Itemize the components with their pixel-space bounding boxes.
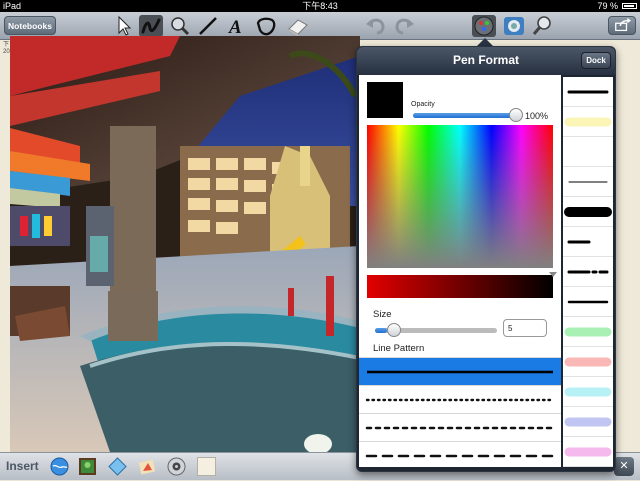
line-preset-short-black[interactable]: [563, 227, 613, 257]
opacity-label: Opacity: [411, 101, 435, 108]
stamp-icon[interactable]: [138, 457, 157, 476]
audio-icon[interactable]: [167, 457, 186, 476]
selected-color-swatch: [367, 82, 403, 118]
pen-format-icon[interactable]: [472, 15, 496, 37]
line-preset-blank[interactable]: [563, 137, 613, 167]
line-preset-extra-thick-black[interactable]: [563, 197, 613, 227]
line-preset-cyan-highlight[interactable]: [563, 377, 613, 407]
size-slider-fill: [375, 328, 388, 333]
brightness-strip[interactable]: [367, 275, 553, 298]
line-pattern-long-dashed[interactable]: [359, 441, 561, 469]
inserted-photo[interactable]: [10, 36, 360, 452]
line-preset-list: [563, 77, 613, 467]
select-tool-icon[interactable]: [112, 15, 136, 37]
eraser-tool-icon[interactable]: [286, 15, 310, 37]
shape-icon[interactable]: [108, 457, 127, 476]
pen-tool-icon[interactable]: [139, 15, 163, 37]
size-label: Size: [373, 309, 392, 320]
size-slider[interactable]: [375, 323, 497, 337]
blank-page-icon[interactable]: [197, 457, 216, 476]
line-preset-red-highlight[interactable]: [563, 347, 613, 377]
magnifier-icon[interactable]: [530, 15, 554, 37]
popover-header: Pen Format Dock: [357, 47, 615, 75]
battery-percent: 79 %: [597, 1, 618, 11]
status-bar: iPad 下午8:43 79 %: [0, 0, 640, 12]
redo-icon[interactable]: [392, 15, 416, 37]
popover-title: Pen Format: [452, 53, 519, 67]
text-tool-icon[interactable]: A: [224, 15, 248, 38]
line-tool-icon[interactable]: [196, 15, 220, 37]
line-pattern-label: Line Pattern: [373, 343, 425, 354]
line-preset-yellow-highlight[interactable]: [563, 107, 613, 137]
highlighter-tool-icon[interactable]: [168, 15, 192, 37]
line-preset-thick-black[interactable]: [563, 77, 613, 107]
page-margin-text: 下 20: [3, 42, 10, 55]
color-spectrum-picker[interactable]: [367, 125, 553, 268]
line-preset-pink-highlight[interactable]: [563, 437, 613, 467]
size-slider-knob[interactable]: [387, 323, 402, 337]
opacity-slider[interactable]: [413, 108, 523, 122]
opacity-slider-fill: [413, 113, 517, 118]
line-preset-thin-black[interactable]: [563, 167, 613, 197]
line-preset-green-highlight[interactable]: [563, 317, 613, 347]
undo-icon[interactable]: [364, 15, 388, 37]
size-input[interactable]: [503, 319, 547, 337]
notebooks-button[interactable]: Notebooks: [4, 16, 56, 35]
close-button[interactable]: ✕: [614, 457, 634, 476]
dock-button[interactable]: Dock: [581, 52, 611, 69]
svg-text:A: A: [228, 17, 242, 37]
picture-icon[interactable]: [78, 457, 97, 476]
highlighter-format-icon[interactable]: [502, 15, 526, 37]
opacity-value: 100%: [525, 111, 549, 121]
shape-tool-icon[interactable]: [254, 15, 278, 37]
battery-icon: [622, 3, 637, 9]
line-preset-blue-highlight[interactable]: [563, 407, 613, 437]
pen-format-popover: Pen Format Dock Opacity 100% Size Line P…: [356, 46, 616, 472]
brightness-marker[interactable]: [549, 272, 557, 277]
share-button[interactable]: [608, 16, 636, 35]
opacity-slider-knob[interactable]: [509, 108, 523, 122]
insert-label: Insert: [6, 459, 39, 473]
line-preset-medium-black[interactable]: [563, 287, 613, 317]
share-icon: [615, 17, 631, 32]
pen-format-panel: Opacity 100% Size Line Pattern: [359, 75, 561, 467]
line-pattern-dotted[interactable]: [359, 385, 561, 413]
line-preset-dash-dot-black[interactable]: [563, 257, 613, 287]
line-pattern-solid[interactable]: [359, 357, 561, 385]
clock: 下午8:43: [302, 1, 338, 11]
globe-icon[interactable]: [50, 457, 69, 476]
line-pattern-dashed[interactable]: [359, 413, 561, 441]
